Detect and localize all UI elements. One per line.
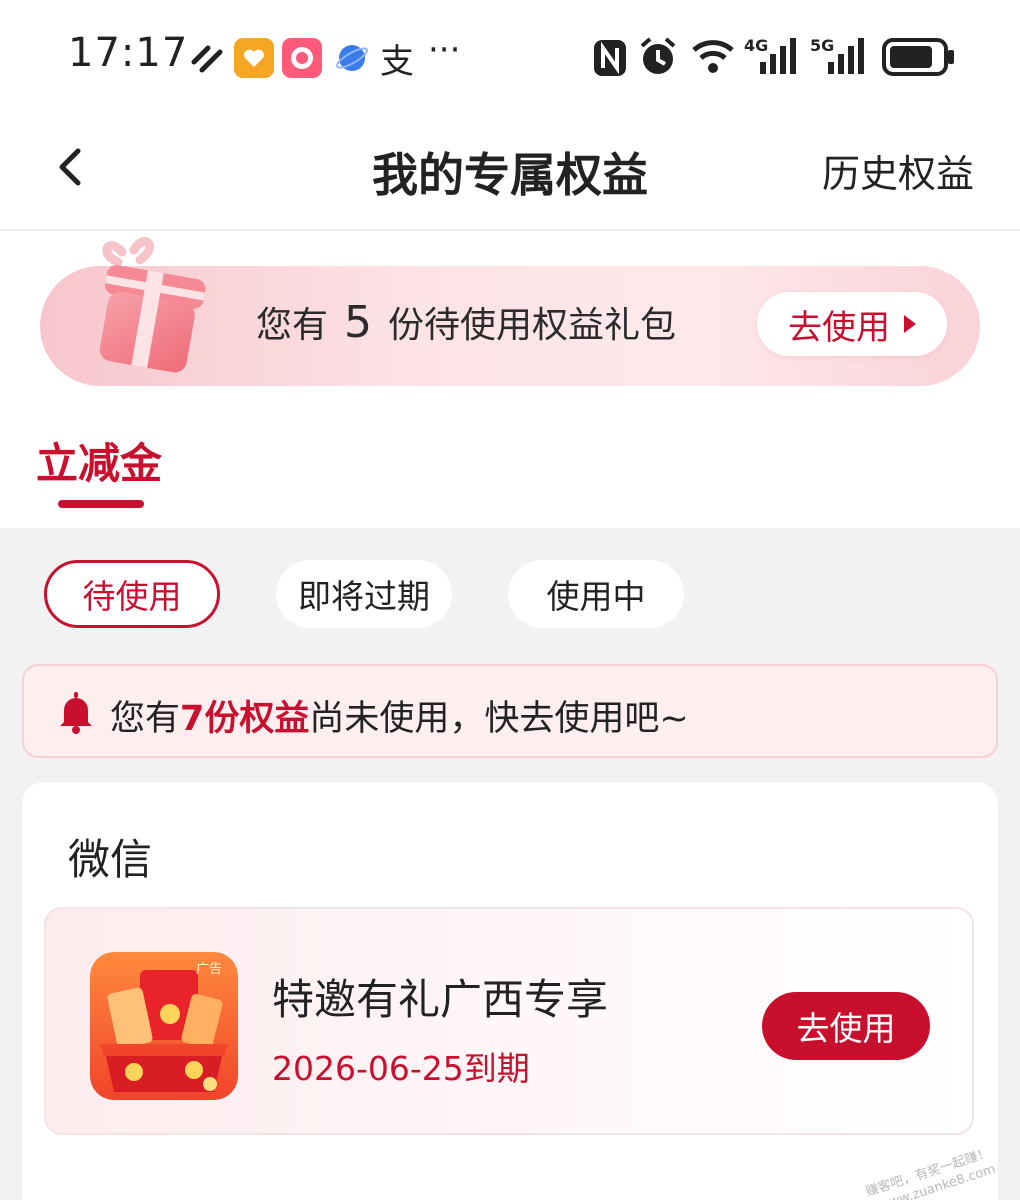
item-use-button[interactable]: 去使用: [762, 992, 930, 1060]
banner-use-button[interactable]: 去使用: [757, 292, 947, 356]
item-expiry: 2026-06-25到期: [272, 1049, 530, 1088]
notice-prefix: 您有: [110, 699, 181, 739]
history-benefits-link[interactable]: 历史权益: [822, 143, 974, 198]
item-name: 特邀有礼广西专享: [272, 975, 609, 1024]
status-bar: 17:17 支 ··· 4G 5G: [0, 0, 1020, 115]
filter-in-use[interactable]: 使用中: [508, 560, 684, 628]
signal-4g-icon: [760, 38, 796, 74]
wifi-icon: [692, 40, 734, 73]
filter-pending[interactable]: 待使用: [44, 560, 220, 628]
play-arrow-icon: [904, 315, 916, 333]
back-icon[interactable]: [50, 145, 90, 189]
banner-suffix: 份待使用权益礼包: [388, 305, 677, 346]
nav-bar: 我的专属权益 历史权益: [0, 115, 1020, 231]
battery-icon: [882, 38, 954, 76]
gift-banner-text: 您有 5 份待使用权益礼包: [256, 296, 676, 348]
more-icon: ···: [428, 30, 461, 70]
banner-prefix: 您有: [256, 305, 329, 346]
tab-instant-discount[interactable]: 立减金: [36, 430, 162, 491]
filter-expiring[interactable]: 即将过期: [276, 560, 452, 628]
heart-badge-icon: [234, 38, 274, 78]
gift-box-icon: [99, 237, 206, 373]
heart-app-icon: [191, 45, 223, 73]
banner-count: 5: [344, 297, 373, 348]
notice-highlight: 7份权益: [180, 699, 310, 739]
notice-suffix: 尚未使用，快去使用吧~: [309, 699, 689, 739]
bell-icon: [60, 692, 92, 734]
status-time: 17:17: [68, 30, 189, 76]
planet-app-icon: [336, 45, 368, 71]
signal-5g-icon: [828, 38, 864, 74]
ad-tag: 广告: [196, 962, 223, 977]
alarm-icon: [640, 37, 676, 74]
tab-underline: [58, 500, 144, 508]
nfc-icon: [594, 40, 626, 76]
notice-text: 您有7份权益尚未使用，快去使用吧~: [110, 690, 689, 741]
alipay-icon: 支: [380, 42, 414, 82]
618-app-icon: [282, 38, 322, 78]
banner-use-label: 去使用: [788, 307, 890, 348]
card-title: 微信: [68, 835, 153, 884]
